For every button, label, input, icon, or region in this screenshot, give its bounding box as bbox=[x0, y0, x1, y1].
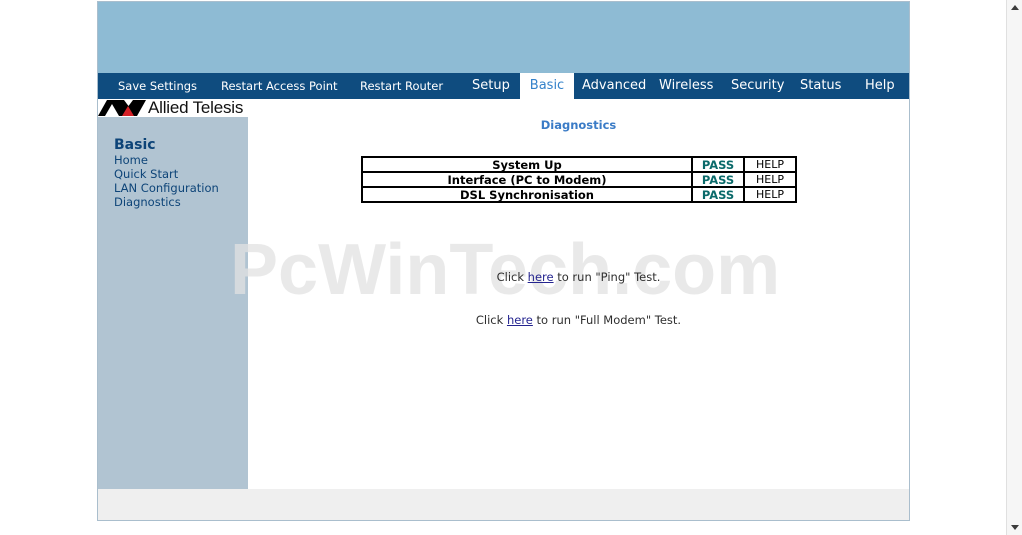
scroll-down-button[interactable] bbox=[1007, 519, 1022, 535]
logo-text: Allied Telesis bbox=[148, 98, 244, 117]
scroll-up-arrow-icon bbox=[1011, 5, 1019, 10]
scroll-up-button[interactable] bbox=[1007, 0, 1022, 16]
sidebar-link-lan-configuration[interactable]: LAN Configuration bbox=[114, 181, 219, 195]
vertical-scrollbar[interactable] bbox=[1006, 0, 1022, 535]
diagnostics-table: System Up PASS HELP Interface (PC to Mod… bbox=[361, 156, 797, 203]
full-modem-test-suffix: to run "Full Modem" Test. bbox=[536, 313, 682, 327]
allied-telesis-logo-mark-icon bbox=[98, 100, 146, 116]
full-modem-test-link[interactable]: here bbox=[507, 313, 533, 327]
help-link[interactable]: HELP bbox=[743, 156, 797, 173]
help-link[interactable]: HELP bbox=[743, 171, 797, 188]
test-status-cell: PASS bbox=[691, 156, 745, 173]
nav-setup[interactable]: Setup bbox=[472, 73, 510, 99]
nav-restart-access-point[interactable]: Restart Access Point bbox=[221, 73, 338, 99]
nav-save-settings[interactable]: Save Settings bbox=[118, 73, 197, 99]
footer-bar bbox=[98, 489, 909, 520]
test-name-cell: System Up bbox=[361, 156, 693, 173]
table-row: DSL Synchronisation PASS HELP bbox=[361, 186, 797, 203]
main-content: Diagnostics System Up PASS HELP Interfac… bbox=[248, 99, 909, 489]
ping-test-prefix: Click bbox=[496, 270, 524, 284]
sidebar-heading: Basic bbox=[114, 137, 156, 153]
nav-security[interactable]: Security bbox=[731, 73, 784, 99]
router-admin-frame: Save Settings Restart Access Point Resta… bbox=[97, 1, 910, 521]
sidebar-link-diagnostics[interactable]: Diagnostics bbox=[114, 195, 219, 209]
test-name-cell: Interface (PC to Modem) bbox=[361, 171, 693, 188]
table-row: Interface (PC to Modem) PASS HELP bbox=[361, 171, 797, 188]
page-title: Diagnostics bbox=[540, 118, 617, 132]
test-status-cell: PASS bbox=[691, 171, 745, 188]
full-modem-test-prefix: Click bbox=[475, 313, 504, 327]
nav-restart-router[interactable]: Restart Router bbox=[360, 73, 443, 99]
table-row: System Up PASS HELP bbox=[361, 156, 797, 173]
test-status-cell: PASS bbox=[691, 186, 745, 203]
ping-test-link[interactable]: here bbox=[528, 270, 554, 284]
scroll-down-arrow-icon bbox=[1011, 525, 1019, 530]
nav-wireless[interactable]: Wireless bbox=[659, 73, 713, 99]
sidebar-link-home[interactable]: Home bbox=[114, 153, 219, 167]
full-modem-test-line: Click here to run "Full Modem" Test. bbox=[248, 313, 909, 327]
nav-advanced[interactable]: Advanced bbox=[582, 73, 646, 99]
allied-telesis-logo: Allied Telesis bbox=[98, 99, 248, 117]
header-banner bbox=[98, 2, 909, 73]
scrollbar-track[interactable] bbox=[1007, 16, 1022, 519]
nav-help[interactable]: Help bbox=[865, 73, 895, 99]
sidebar-link-quick-start[interactable]: Quick Start bbox=[114, 167, 219, 181]
sidebar-links: Home Quick Start LAN Configuration Diagn… bbox=[114, 153, 219, 209]
top-nav: Save Settings Restart Access Point Resta… bbox=[98, 73, 909, 99]
nav-basic[interactable]: Basic bbox=[520, 73, 574, 99]
nav-status[interactable]: Status bbox=[800, 73, 841, 99]
help-link[interactable]: HELP bbox=[743, 186, 797, 203]
ping-test-line: Click here to run "Ping" Test. bbox=[248, 270, 909, 284]
test-name-cell: DSL Synchronisation bbox=[361, 186, 693, 203]
sidebar: Basic Home Quick Start LAN Configuration… bbox=[98, 117, 248, 489]
ping-test-suffix: to run "Ping" Test. bbox=[557, 270, 661, 284]
